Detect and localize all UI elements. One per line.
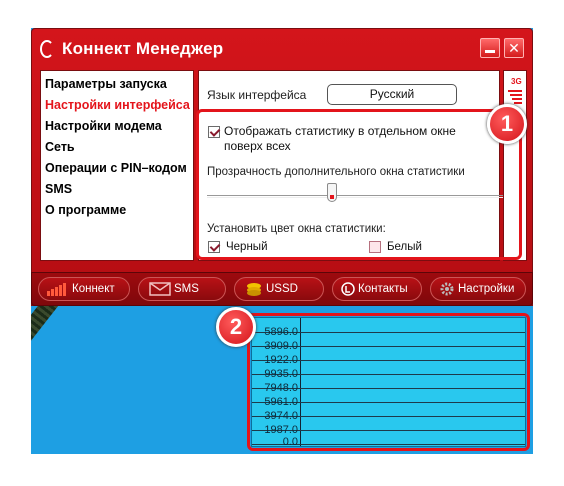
settings-label: Настройки [458,283,515,295]
minimize-icon [485,50,495,53]
sms-button[interactable]: SMS [138,277,226,301]
nav-item-pin-operations[interactable]: Операции с PIN–кодом [45,161,187,175]
close-button[interactable]: ✕ [504,38,524,58]
connect-button[interactable]: Коннект [38,277,130,301]
annotation-badge-1: 1 [487,104,527,144]
contacts-label: Контакты [358,283,408,295]
minimize-button[interactable] [480,38,500,58]
nav-item-network[interactable]: Сеть [45,140,75,154]
settings-button[interactable]: Настройки [430,277,526,301]
app-logo-icon [40,40,54,58]
nav-item-modem-settings[interactable]: Настройки модема [45,119,162,133]
connect-label: Коннект [72,283,115,295]
language-select[interactable]: Русский [327,84,457,105]
contacts-button[interactable]: Контакты [332,277,422,301]
settings-nav: Параметры запуска Настройки интерфейса Н… [40,70,194,261]
gear-icon [440,282,454,296]
network-type-label: 3G [511,77,522,86]
nav-item-interface-settings[interactable]: Настройки интерфейса [45,98,190,112]
window-title: Коннект Менеджер [62,39,224,58]
main-toolbar: Коннект SMS USSD Контакты Настройки [31,272,533,306]
nav-item-sms[interactable]: SMS [45,182,72,196]
phone-icon [341,282,355,296]
ussd-button[interactable]: USSD [234,277,324,301]
annotation-highlight-2 [247,313,530,451]
envelope-icon [149,282,171,296]
language-label: Язык интерфейса [207,88,307,102]
ussd-label: USSD [266,283,298,295]
close-icon: ✕ [508,40,520,56]
signal-icon [508,90,522,104]
annotation-highlight-1 [196,109,522,260]
sms-label: SMS [174,283,199,295]
annotation-badge-2: 2 [216,307,256,347]
signal-bars-icon [47,282,66,296]
nav-item-about[interactable]: О программе [45,203,126,217]
coins-icon [247,282,261,296]
nav-item-launch-params[interactable]: Параметры запуска [45,77,167,91]
